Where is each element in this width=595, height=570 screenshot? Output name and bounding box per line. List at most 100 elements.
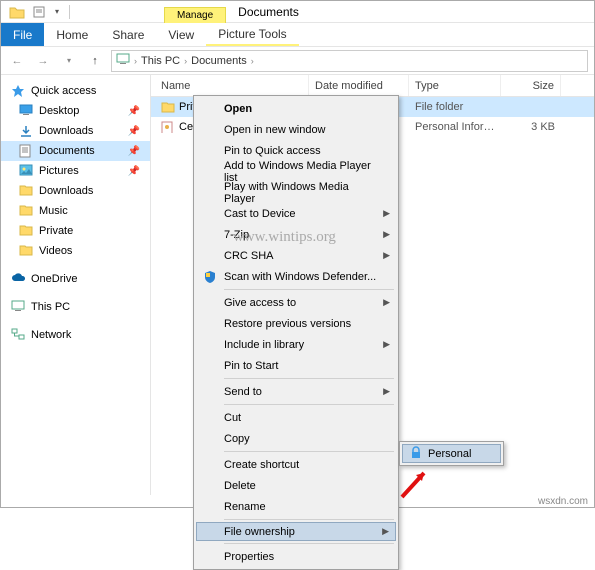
tab-share[interactable]: Share (100, 23, 156, 46)
pc-icon (116, 53, 130, 68)
recent-locations-icon[interactable]: ▾ (59, 51, 79, 71)
menu-pin-start[interactable]: Pin to Start (196, 355, 396, 376)
menu-create-shortcut[interactable]: Create shortcut (196, 454, 396, 475)
chevron-right-icon[interactable]: › (184, 56, 187, 66)
menu-separator (224, 543, 394, 544)
menu-cut[interactable]: Cut (196, 407, 396, 428)
sidebar-label: Documents (39, 145, 95, 157)
file-type: Personal Informati... (409, 121, 501, 133)
address-bar[interactable]: › This PC › Documents › (111, 50, 588, 72)
folder-icon (19, 184, 33, 198)
navigation-pane: Quick access Desktop 📌 Downloads 📌 Docum… (1, 75, 151, 495)
sidebar-label: Music (39, 205, 68, 217)
sidebar-label: Quick access (31, 85, 96, 97)
sidebar-label: OneDrive (31, 273, 77, 285)
folder-icon (161, 101, 175, 113)
menu-crc-sha[interactable]: CRC SHA▶ (196, 245, 396, 266)
folder-icon (19, 204, 33, 218)
breadcrumb-this-pc[interactable]: This PC (141, 55, 180, 67)
pin-icon: 📌 (128, 106, 140, 117)
sidebar-label: Pictures (39, 165, 79, 177)
pictures-icon (19, 164, 33, 178)
menu-properties[interactable]: Properties (196, 546, 396, 567)
back-button[interactable]: ← (7, 51, 27, 71)
sidebar-item-this-pc[interactable]: This PC (1, 297, 150, 317)
properties-icon[interactable] (31, 4, 47, 20)
sidebar-label: Downloads (39, 125, 93, 137)
context-submenu: Personal (399, 441, 504, 466)
sidebar-item-downloads[interactable]: Downloads 📌 (1, 121, 150, 141)
qat-dropdown-icon[interactable]: ▾ (55, 7, 59, 16)
shield-icon (202, 269, 218, 285)
menu-rename[interactable]: Rename (196, 496, 396, 517)
sidebar-item-music[interactable]: Music (1, 201, 150, 221)
chevron-right-icon: ▶ (383, 208, 390, 219)
column-date[interactable]: Date modified (309, 75, 409, 96)
folder-icon (19, 224, 33, 238)
submenu-personal[interactable]: Personal (402, 444, 501, 463)
menu-give-access[interactable]: Give access to▶ (196, 292, 396, 313)
menu-copy[interactable]: Copy (196, 428, 396, 449)
sidebar-item-quick-access[interactable]: Quick access (1, 81, 150, 101)
tab-picture-tools[interactable]: Picture Tools (206, 23, 298, 46)
menu-play-wmp[interactable]: Play with Windows Media Player (196, 182, 396, 203)
folder-icon (9, 4, 25, 20)
sidebar-item-videos[interactable]: Videos (1, 241, 150, 261)
sidebar-label: Videos (39, 245, 72, 257)
chevron-right-icon: ▶ (383, 339, 390, 350)
sidebar-item-network[interactable]: Network (1, 325, 150, 345)
window-title: Documents (238, 5, 299, 19)
file-size: 3 KB (501, 121, 561, 133)
lock-icon (409, 446, 425, 462)
tab-home[interactable]: Home (44, 23, 100, 46)
sidebar-item-private[interactable]: Private (1, 221, 150, 241)
menu-pin-quick-access[interactable]: Pin to Quick access (196, 140, 396, 161)
menu-open-new-window[interactable]: Open in new window (196, 119, 396, 140)
menu-open[interactable]: Open (196, 98, 396, 119)
menu-add-wmp-list[interactable]: Add to Windows Media Player list (196, 161, 396, 182)
sidebar-item-onedrive[interactable]: OneDrive (1, 269, 150, 289)
chevron-right-icon: ▶ (383, 250, 390, 261)
sidebar-label: Private (39, 225, 73, 237)
downloads-icon (19, 124, 33, 138)
column-headers: Name Date modified Type Size (151, 75, 594, 97)
menu-cast-device[interactable]: Cast to Device▶ (196, 203, 396, 224)
star-icon (11, 84, 25, 98)
menu-delete[interactable]: Delete (196, 475, 396, 496)
menu-file-ownership[interactable]: File ownership▶ (196, 522, 396, 541)
column-size[interactable]: Size (501, 75, 561, 96)
chevron-right-icon: ▶ (383, 229, 390, 240)
certificate-icon (161, 121, 175, 133)
sidebar-item-desktop[interactable]: Desktop 📌 (1, 101, 150, 121)
sidebar-label: Downloads (39, 185, 93, 197)
menu-send-to[interactable]: Send to▶ (196, 381, 396, 402)
menu-include-library[interactable]: Include in library▶ (196, 334, 396, 355)
tab-file[interactable]: File (1, 23, 44, 46)
menu-7zip[interactable]: 7-Zip▶ (196, 224, 396, 245)
sidebar-item-documents[interactable]: Documents 📌 (1, 141, 150, 161)
chevron-right-icon: ▶ (383, 297, 390, 308)
up-button[interactable]: ↑ (85, 51, 105, 71)
pc-icon (11, 300, 25, 314)
address-bar-row: ← → ▾ ↑ › This PC › Documents › (1, 47, 594, 75)
menu-separator (224, 378, 394, 379)
cloud-icon (11, 272, 25, 286)
context-tab-manage[interactable]: Manage (164, 7, 226, 23)
pin-icon: 📌 (128, 166, 140, 177)
menu-defender[interactable]: Scan with Windows Defender... (196, 266, 396, 287)
pin-icon: 📌 (128, 126, 140, 137)
column-type[interactable]: Type (409, 75, 501, 96)
footer-text: wsxdn.com (538, 496, 588, 507)
sidebar-item-pictures[interactable]: Pictures 📌 (1, 161, 150, 181)
chevron-right-icon[interactable]: › (134, 56, 137, 66)
column-name[interactable]: Name (151, 75, 309, 96)
tab-view[interactable]: View (156, 23, 206, 46)
file-type: File folder (409, 101, 501, 113)
breadcrumb-documents[interactable]: Documents (191, 55, 247, 67)
sidebar-label: This PC (31, 301, 70, 313)
menu-restore-versions[interactable]: Restore previous versions (196, 313, 396, 334)
desktop-icon (19, 104, 33, 118)
sidebar-item-downloads2[interactable]: Downloads (1, 181, 150, 201)
chevron-right-icon: ▶ (382, 526, 389, 537)
chevron-right-icon[interactable]: › (251, 56, 254, 66)
